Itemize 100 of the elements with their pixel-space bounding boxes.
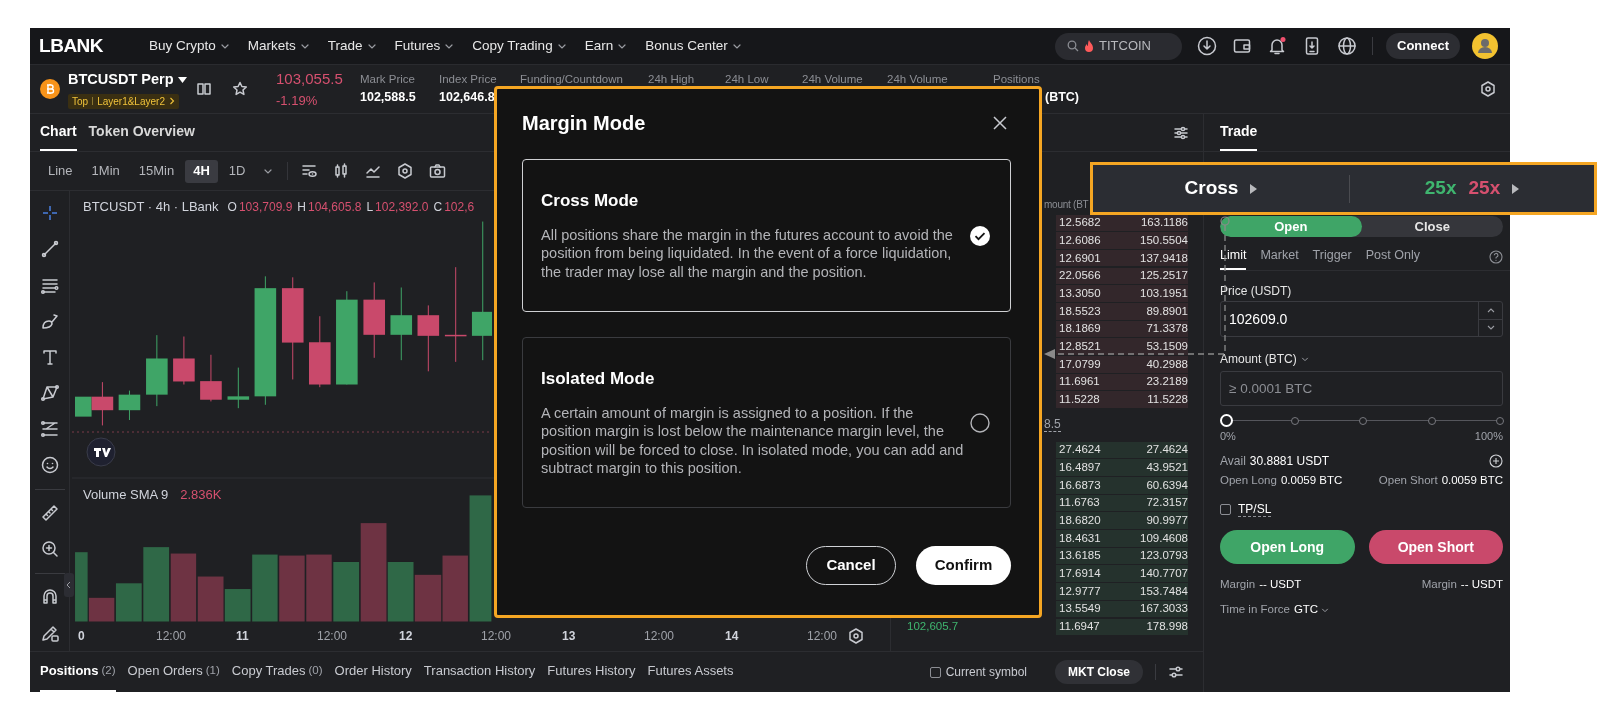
bottom-tab[interactable]: Positions (2) — [40, 652, 116, 692]
filter-icon[interactable] — [1168, 664, 1184, 680]
checkbox[interactable] — [1220, 503, 1231, 515]
star-icon[interactable] — [232, 81, 248, 97]
add-circle-icon[interactable] — [1489, 454, 1503, 468]
candlestick-icon[interactable] — [333, 163, 350, 179]
trade-tab[interactable]: Trade — [1220, 114, 1258, 151]
ruler-icon[interactable] — [39, 503, 60, 523]
brush-icon[interactable] — [39, 311, 60, 331]
bottom-tab[interactable]: Transaction History — [423, 652, 536, 692]
open-short-button[interactable]: Open Short — [1368, 530, 1503, 564]
bottom-tab[interactable]: Open Orders (1) — [127, 652, 220, 692]
chevron-down-icon — [1299, 354, 1310, 364]
chart-tab[interactable]: Chart — [40, 114, 77, 151]
candle — [227, 367, 250, 409]
bottom-tab[interactable]: Copy Trades (0) — [231, 652, 323, 692]
time-axis-label: 11 — [236, 628, 249, 645]
amount-input[interactable]: ≥ 0.0001 BTC — [1220, 371, 1503, 406]
pencil-lock-icon[interactable] — [39, 623, 60, 643]
download-icon[interactable] — [1197, 36, 1217, 56]
pattern-icon[interactable] — [39, 383, 60, 403]
time-axis-label: 14 — [725, 628, 739, 645]
fire-icon — [1084, 40, 1094, 52]
measure-lines-icon[interactable] — [39, 419, 60, 439]
chart-tab[interactable]: Token Overview — [88, 114, 195, 151]
bottom-tab[interactable]: Order History — [334, 652, 412, 692]
nav-menu[interactable]: Markets — [247, 35, 311, 57]
order-type-tab[interactable]: Market — [1260, 243, 1299, 270]
site-logo[interactable]: LBANK — [39, 31, 149, 61]
mid-price: 8.5 — [1044, 417, 1061, 433]
chart-settings-icon[interactable] — [397, 163, 414, 179]
interval-tab[interactable]: Line — [40, 159, 81, 183]
notification-bell-icon[interactable] — [1267, 36, 1287, 56]
stat-label: Mark Price — [360, 71, 416, 87]
order-total: 150.5504 — [1140, 232, 1188, 248]
amount-unit-selector[interactable]: Amount (BTC) — [1220, 349, 1310, 369]
globe-icon[interactable] — [1337, 36, 1357, 56]
search-box[interactable]: TITCOIN — [1055, 32, 1182, 60]
confirm-button[interactable]: Confirm — [916, 546, 1011, 585]
option-description: A certain amount of margin is assigned to a position. If the position margin is lost below the maintenance margin level, the position will be forced to close. In isolated mode, you can add and subtract margin to this position. — [541, 403, 965, 478]
order-amount: 11.5228 — [1059, 392, 1100, 408]
bottom-tab[interactable]: Futures History — [547, 652, 636, 692]
nav-menu[interactable]: Futures — [394, 35, 456, 57]
amount-slider[interactable] — [1220, 414, 1503, 427]
info-label: Open Long — [1220, 473, 1277, 489]
nav-menu[interactable]: Bonus Center — [645, 35, 743, 57]
mkt-close-button[interactable]: MKT Close — [1055, 660, 1143, 684]
wallet-icon[interactable] — [1232, 36, 1252, 56]
checkbox[interactable] — [929, 666, 941, 678]
nav-menu[interactable]: Buy Crypto — [149, 35, 231, 57]
trend-line-icon[interactable] — [39, 239, 60, 259]
nav-menu[interactable]: Trade — [327, 35, 378, 57]
margin-mode-button[interactable]: Cross — [1093, 165, 1349, 212]
bottom-tab[interactable]: Futures Assets — [647, 652, 734, 692]
order-type-tab[interactable]: Post Only — [1365, 243, 1420, 270]
caret-down-icon — [177, 77, 187, 83]
interval-tab[interactable]: 15Min — [130, 159, 183, 183]
indicators-icon[interactable] — [301, 163, 318, 179]
zoom-in-icon[interactable] — [39, 539, 60, 559]
nav-menu[interactable]: Copy Trading — [472, 35, 568, 57]
side-toggle[interactable]: Close — [1361, 216, 1503, 237]
collapse-handle-icon[interactable] — [64, 573, 74, 597]
interval-tab[interactable]: 4H — [185, 159, 218, 183]
close-icon[interactable] — [993, 116, 1007, 130]
smiley-icon[interactable] — [39, 455, 60, 475]
nav-menu[interactable]: Earn — [584, 35, 629, 57]
ohlc-value: 104,605.8 — [308, 199, 362, 216]
avatar-icon[interactable] — [1472, 33, 1498, 59]
info-value: 0.0059 BTC — [1441, 473, 1503, 489]
order-type-tab[interactable]: Limit — [1220, 243, 1247, 270]
candle — [417, 304, 440, 372]
order-type-tab[interactable]: Trigger — [1312, 243, 1352, 270]
filter-icon[interactable] — [1173, 124, 1189, 141]
order-amount: 12.8521 — [1059, 339, 1101, 355]
mode-option-card[interactable] — [522, 337, 1011, 508]
tag-text: Top — [72, 94, 89, 109]
time-axis-label: 12:00 — [644, 628, 675, 645]
search-field[interactable]: TITCOIN — [1099, 36, 1174, 56]
connect-button[interactable]: Connect — [1386, 33, 1460, 59]
line-chart-icon[interactable] — [365, 163, 382, 179]
camera-icon[interactable] — [429, 163, 447, 179]
interval-tab[interactable]: 1D — [220, 159, 254, 183]
order-amount: 11.6947 — [1059, 619, 1100, 635]
mode-option-card[interactable]: Cross Mode All positions share the margin in the futures account to avoid the position from being liquidated. In the event of a force liquidation, the trader may lose all the margin and the position. — [522, 159, 1011, 312]
order-total: 125.2517 — [1140, 268, 1188, 284]
leverage-button[interactable]: 25x 25x — [1350, 165, 1594, 212]
axis-settings-icon[interactable] — [848, 628, 864, 644]
order-total: 40.2988 — [1146, 356, 1188, 372]
time-axis-label: 12:00 — [481, 628, 512, 645]
help-icon[interactable] — [1489, 249, 1503, 264]
symbol-selector[interactable]: BTCUSDT Perp — [68, 69, 196, 91]
order-amount: 18.4631 — [1059, 530, 1101, 546]
ohlc-label: H — [297, 199, 306, 216]
settings-icon[interactable] — [1480, 81, 1496, 97]
last-price: 103,055.5 — [276, 69, 344, 89]
order-total: 89.8901 — [1146, 303, 1188, 319]
time-in-force-selector[interactable]: GTC — [1293, 601, 1331, 619]
book-icon[interactable] — [196, 81, 212, 97]
order-total: 137.9418 — [1140, 250, 1188, 266]
interval-tab[interactable]: 1Min — [83, 159, 128, 183]
